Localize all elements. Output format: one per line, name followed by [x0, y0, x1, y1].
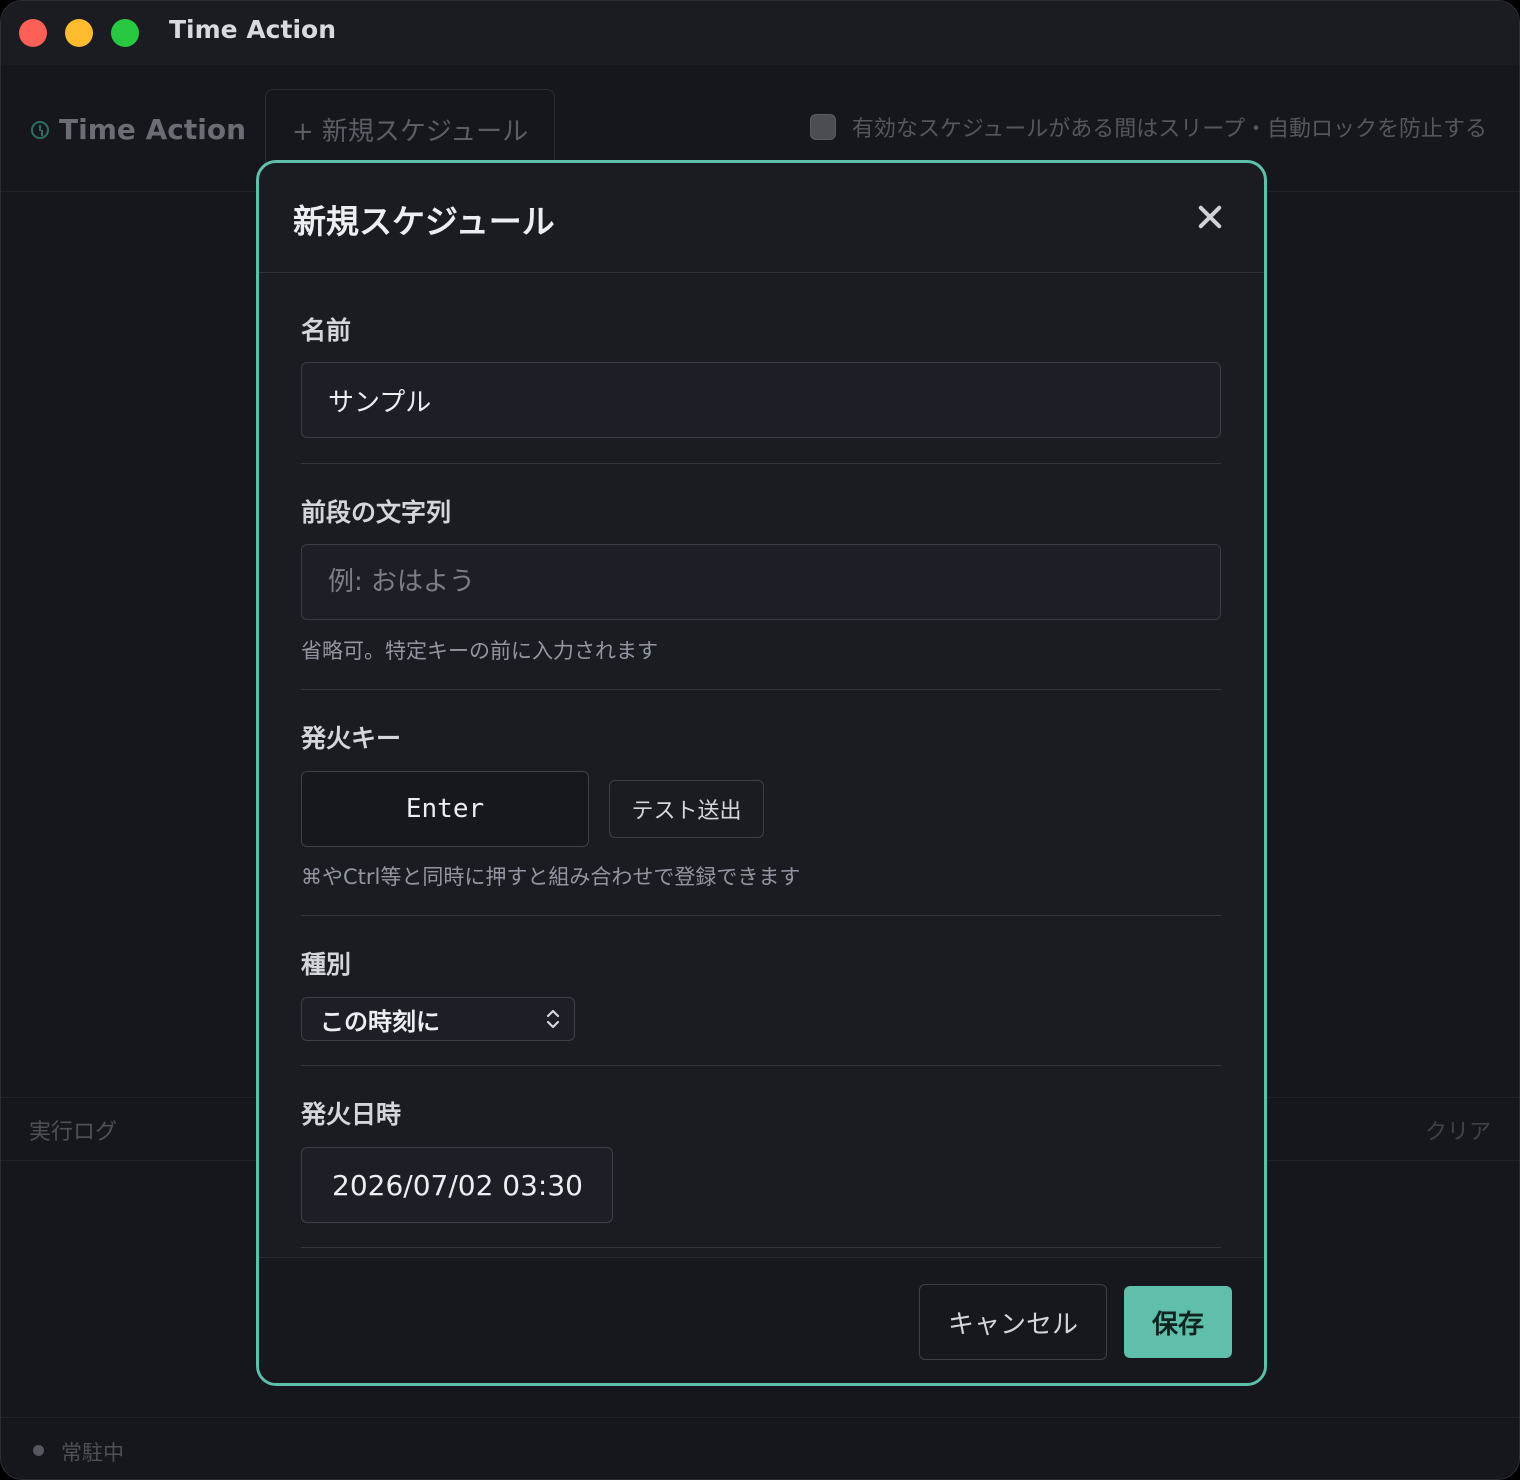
dialog-title: 新規スケジュール [293, 202, 555, 241]
brand-label: Time Action [59, 113, 247, 146]
clock-icon [31, 120, 49, 139]
log-title: 実行ログ [29, 1120, 118, 1145]
prevent-sleep-row: 有効なスケジュールがある間はスリープ・自動ロックを防止する [809, 111, 1487, 143]
window-close-button[interactable] [19, 19, 47, 47]
prefix-input[interactable] [301, 544, 1221, 620]
chevron-up-down-icon [546, 1009, 560, 1029]
type-select-value: この時刻に [320, 1007, 440, 1036]
divider [301, 1247, 1221, 1248]
prefix-label: 前段の文字列 [301, 498, 452, 527]
prevent-sleep-checkbox[interactable] [809, 114, 836, 140]
trigger-key-capture[interactable]: Enter [301, 771, 589, 847]
type-select[interactable]: この時刻に [301, 997, 575, 1041]
status-bar: 常駐中 [1, 1417, 1519, 1479]
test-send-button[interactable]: テスト送出 [609, 780, 764, 838]
divider [301, 689, 1221, 690]
new-schedule-dialog: 新規スケジュール 名前 前段の文字列 省略可。特定キーの前に入力されます 発火キ… [256, 160, 1267, 1386]
type-label: 種別 [301, 950, 352, 979]
window-minimize-button[interactable] [65, 19, 93, 47]
window-maximize-button[interactable] [111, 19, 139, 47]
trigger-key-hint: ⌘やCtrl等と同時に押すと組み合わせで登録できます [301, 865, 801, 889]
datetime-label: 発火日時 [301, 1100, 402, 1129]
divider [301, 1065, 1221, 1066]
dialog-footer: キャンセル 保存 [259, 1257, 1264, 1383]
name-input[interactable] [301, 362, 1221, 438]
cancel-button[interactable]: キャンセル [919, 1284, 1107, 1360]
datetime-input[interactable]: 2026/07/02 03:30 [301, 1147, 613, 1223]
brand: Time Action [31, 113, 246, 146]
prefix-hint: 省略可。特定キーの前に入力されます [301, 639, 658, 663]
log-clear-button[interactable]: クリア [1425, 1114, 1491, 1146]
new-schedule-button[interactable]: + 新規スケジュール [265, 89, 555, 169]
save-button[interactable]: 保存 [1124, 1286, 1232, 1358]
divider [301, 915, 1221, 916]
title-bar: Time Action [1, 1, 1519, 65]
status-dot-icon [33, 1445, 44, 1456]
prevent-sleep-label: 有効なスケジュールがある間はスリープ・自動ロックを防止する [851, 117, 1487, 142]
divider [301, 463, 1221, 464]
dialog-body: 名前 前段の文字列 省略可。特定キーの前に入力されます 発火キー Enter テ… [259, 273, 1264, 1257]
name-label: 名前 [301, 316, 352, 345]
trigger-key-label: 発火キー [301, 724, 402, 753]
app-window: Time Action Time Action + 新規スケジュール 有効なスケ… [0, 0, 1520, 1480]
status-text: 常駐中 [61, 1441, 124, 1465]
window-title: Time Action [169, 15, 336, 44]
dialog-header: 新規スケジュール [259, 163, 1264, 273]
close-icon[interactable] [1196, 203, 1224, 231]
